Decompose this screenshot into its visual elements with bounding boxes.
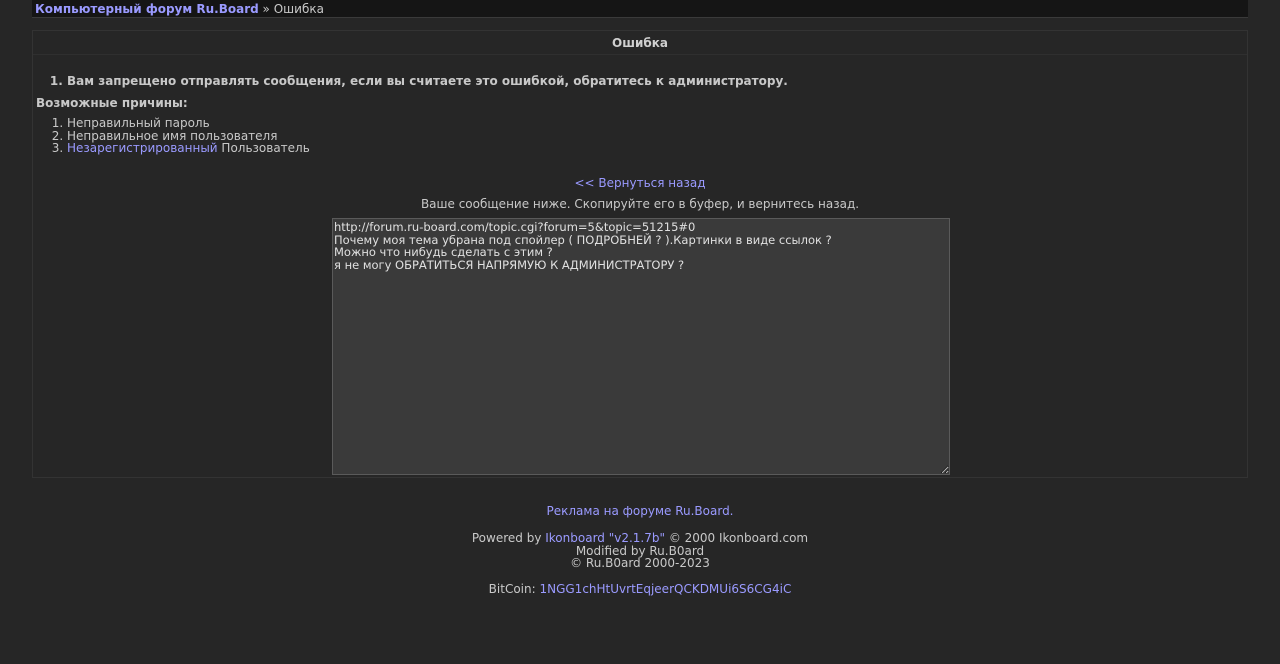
powered-line: Powered by Ikonboard "v2.1.7b" © 2000 Ik…: [0, 532, 1280, 545]
bitcoin-address-link[interactable]: 1NGG1chHtUvrtEqjeerQCKDMUi6S6CG4iC: [539, 582, 791, 596]
register-link[interactable]: Незарегистрированный: [67, 141, 218, 155]
breadcrumb-separator: »: [262, 2, 270, 16]
error-message: Вам запрещено отправлять сообщения, если…: [67, 74, 788, 88]
reasons-list: Неправильный пароль Неправильное имя пол…: [33, 117, 310, 155]
powered-prefix: Powered by: [471, 531, 546, 545]
ad-link[interactable]: Реклама на форуме Ru.Board.: [547, 504, 734, 518]
powered-suffix: © 2000 Ikonboard.com: [665, 531, 809, 545]
footer-bitcoin: BitCoin: 1NGG1chHtUvrtEqjeerQCKDMUi6S6CG…: [0, 582, 1280, 596]
reasons-title: Возможные причины:: [36, 96, 188, 110]
forum-home-link[interactable]: Компьютерный форум Ru.Board: [35, 2, 259, 16]
error-list: Вам запрещено отправлять сообщения, если…: [33, 74, 788, 88]
bitcoin-label: BitCoin:: [488, 582, 540, 596]
back-link[interactable]: << Вернуться назад: [574, 176, 705, 190]
breadcrumb: Компьютерный форум Ru.Board » Ошибка: [32, 0, 1248, 18]
footer-ad: Реклама на форуме Ru.Board.: [0, 504, 1280, 518]
reason-item: Неправильный пароль: [67, 117, 310, 130]
ikonboard-link[interactable]: Ikonboard "v2.1.7b": [545, 531, 665, 545]
panel-title: Ошибка: [33, 32, 1247, 55]
copy-note: Ваше сообщение ниже. Скопируйте его в бу…: [420, 197, 860, 211]
breadcrumb-current: Ошибка: [273, 2, 324, 16]
message-textarea[interactable]: http://forum.ru-board.com/topic.cgi?foru…: [332, 218, 950, 475]
reason-text: Пользователь: [217, 141, 310, 155]
error-panel: Ошибка Вам запрещено отправлять сообщени…: [32, 30, 1248, 478]
copyright-line: © Ru.B0ard 2000-2023: [570, 556, 710, 570]
reason-item: Незарегистрированный Пользователь: [67, 142, 310, 155]
footer-credits: Powered by Ikonboard "v2.1.7b" © 2000 Ik…: [0, 532, 1280, 570]
back-row: << Вернуться назад: [33, 176, 1247, 190]
